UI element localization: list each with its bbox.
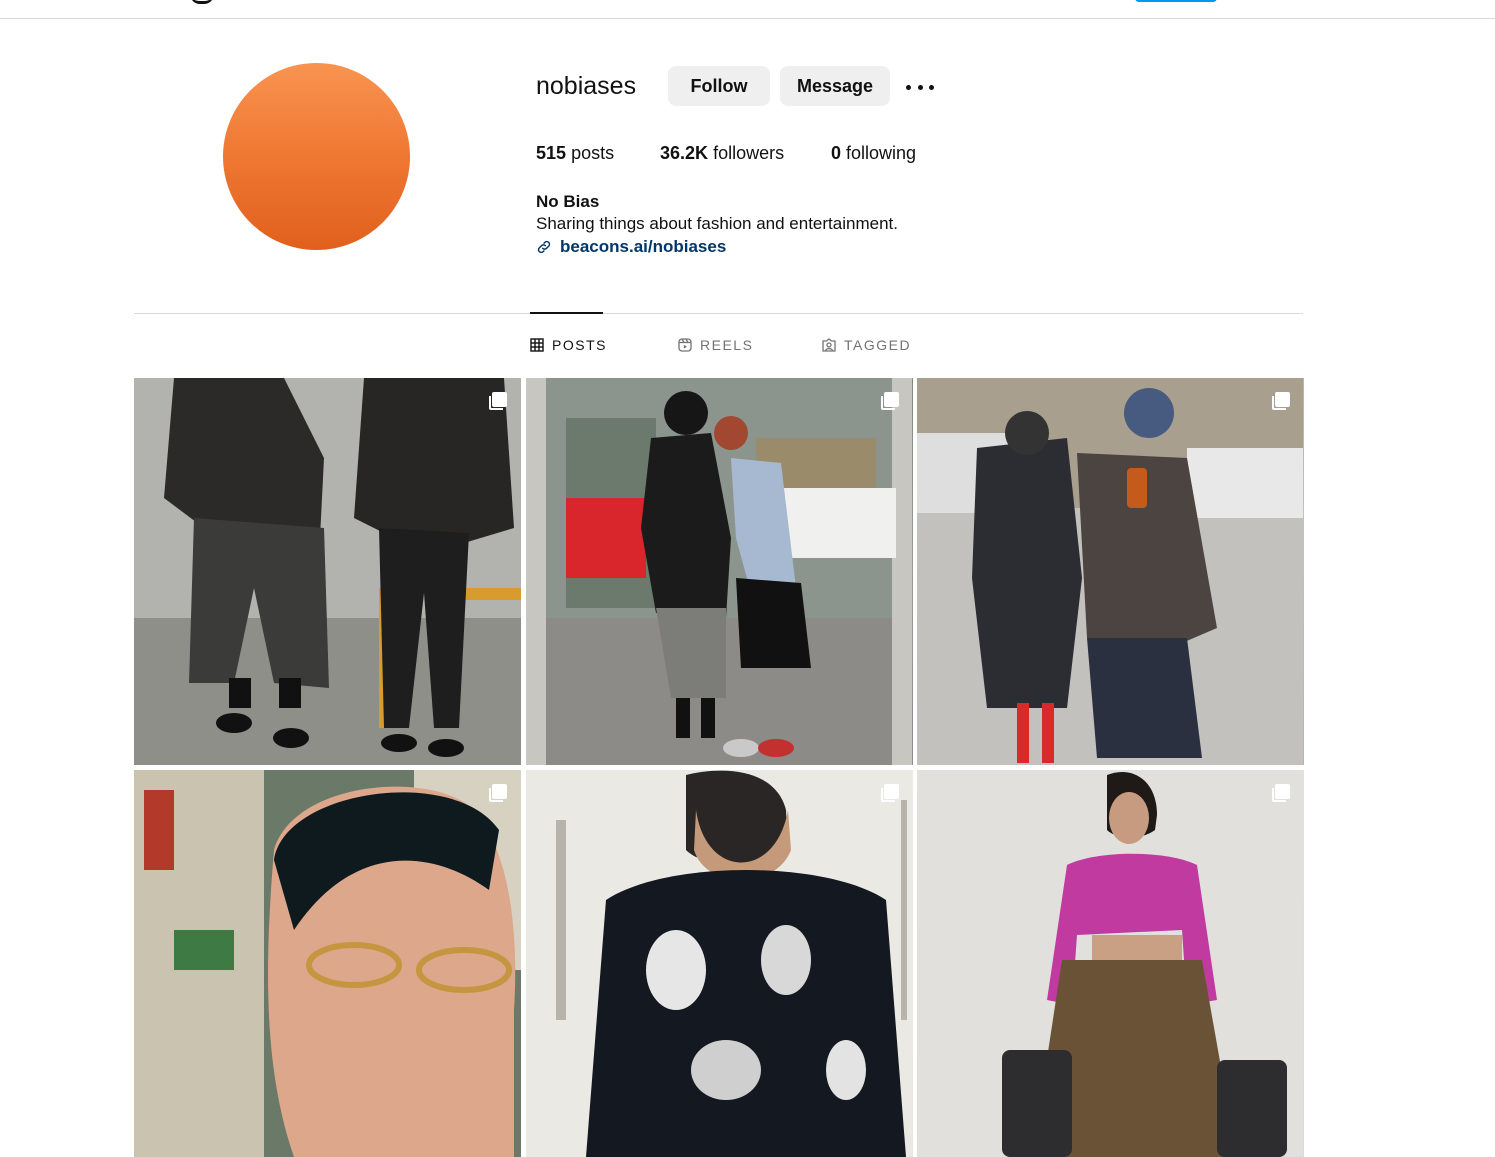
profile-external-link[interactable]: beacons.ai/nobiases xyxy=(536,237,726,257)
following-link[interactable]: 0 following xyxy=(831,143,916,164)
following-count-value: 0 xyxy=(831,143,842,163)
tabs-divider xyxy=(134,313,1303,314)
profile-avatar[interactable] xyxy=(223,63,410,250)
post-thumbnail[interactable] xyxy=(134,378,521,765)
post-thumbnail[interactable] xyxy=(526,378,913,765)
profile-link-text: beacons.ai/nobiases xyxy=(560,237,727,256)
dot xyxy=(906,84,911,90)
post-image xyxy=(917,378,1303,765)
instagram-logo[interactable] xyxy=(190,0,214,4)
profile-bio: Sharing things about fashion and enterta… xyxy=(536,214,898,233)
posts-count-label: posts xyxy=(571,143,615,163)
link-icon xyxy=(537,240,551,254)
dot xyxy=(917,84,923,90)
profile-full-name: No Bias xyxy=(536,192,600,211)
post-image xyxy=(526,770,912,1157)
tab-reels-label: REELS xyxy=(700,337,754,353)
profile-username: nobiases xyxy=(536,72,637,100)
followers-link[interactable]: 36.2K followers xyxy=(660,143,784,164)
multiple-posts-icon xyxy=(881,784,899,802)
posts-count: 515 posts xyxy=(536,143,614,164)
post-thumbnail[interactable] xyxy=(917,378,1304,765)
multiple-posts-icon xyxy=(881,392,899,410)
reels-icon xyxy=(678,338,692,352)
grid-icon xyxy=(530,338,544,352)
post-thumbnail[interactable] xyxy=(134,770,521,1157)
post-image xyxy=(917,770,1303,1157)
tab-tagged-label: TAGGED xyxy=(844,337,912,353)
dot xyxy=(929,84,934,90)
multiple-posts-icon xyxy=(489,784,507,802)
post-thumbnail[interactable] xyxy=(526,770,913,1157)
tab-tagged[interactable]: TAGGED xyxy=(822,337,911,353)
post-image xyxy=(526,378,912,765)
multiple-posts-icon xyxy=(1272,784,1290,802)
nav-primary-button[interactable] xyxy=(1135,0,1217,2)
active-tab-indicator xyxy=(530,312,603,314)
tagged-icon xyxy=(822,338,836,352)
tab-reels[interactable]: REELS xyxy=(678,337,753,353)
posts-count-value: 515 xyxy=(536,143,567,163)
more-options-icon[interactable] xyxy=(903,78,937,96)
multiple-posts-icon xyxy=(1272,392,1290,410)
post-image xyxy=(134,378,521,765)
post-thumbnail[interactable] xyxy=(917,770,1304,1157)
tab-posts[interactable]: POSTS xyxy=(530,337,607,353)
tab-posts-label: POSTS xyxy=(552,337,607,353)
message-button[interactable]: Message xyxy=(780,66,890,106)
follow-button[interactable]: Follow xyxy=(668,66,770,106)
top-navigation-bar xyxy=(0,0,1495,19)
multiple-posts-icon xyxy=(489,392,507,410)
followers-count-value: 36.2K xyxy=(660,143,709,163)
post-image xyxy=(134,770,521,1157)
following-count-label: following xyxy=(846,143,917,163)
followers-count-label: followers xyxy=(713,143,785,163)
